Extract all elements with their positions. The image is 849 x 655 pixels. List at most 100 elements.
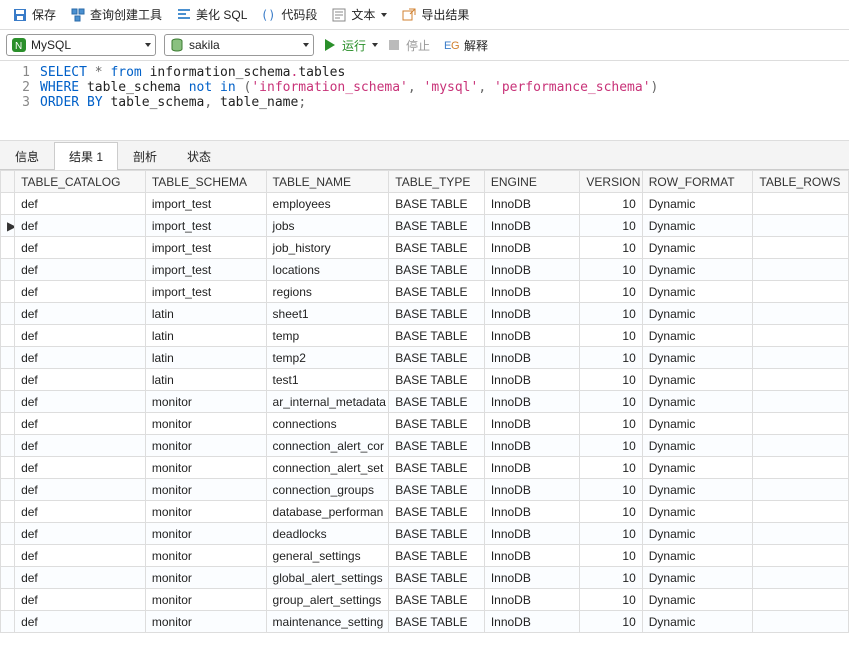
cell[interactable]: import_test: [145, 259, 266, 281]
cell[interactable]: ar_internal_metadata: [266, 391, 389, 413]
cell[interactable]: def: [15, 347, 146, 369]
cell[interactable]: BASE TABLE: [389, 369, 485, 391]
code-line[interactable]: ORDER BY table_schema, table_name;: [40, 95, 306, 110]
db-type-combo[interactable]: N MySQL: [6, 34, 156, 56]
cell[interactable]: def: [15, 237, 146, 259]
cell[interactable]: Dynamic: [642, 325, 753, 347]
column-header[interactable]: TABLE_SCHEMA: [145, 171, 266, 193]
cell[interactable]: InnoDB: [484, 369, 580, 391]
cell[interactable]: [753, 523, 849, 545]
cell[interactable]: employees: [266, 193, 389, 215]
cell[interactable]: def: [15, 523, 146, 545]
table-row[interactable]: defmonitorconnectionsBASE TABLEInnoDB10D…: [1, 413, 849, 435]
cell[interactable]: 10: [580, 325, 642, 347]
cell[interactable]: BASE TABLE: [389, 391, 485, 413]
table-row[interactable]: defmonitordeadlocksBASE TABLEInnoDB10Dyn…: [1, 523, 849, 545]
cell[interactable]: BASE TABLE: [389, 523, 485, 545]
cell[interactable]: monitor: [145, 479, 266, 501]
cell[interactable]: [753, 193, 849, 215]
cell[interactable]: connection_alert_set: [266, 457, 389, 479]
cell[interactable]: latin: [145, 325, 266, 347]
cell[interactable]: monitor: [145, 611, 266, 633]
cell[interactable]: def: [15, 611, 146, 633]
table-row[interactable]: ▶defimport_testjobsBASE TABLEInnoDB10Dyn…: [1, 215, 849, 237]
cell[interactable]: InnoDB: [484, 347, 580, 369]
cell[interactable]: connection_groups: [266, 479, 389, 501]
cell[interactable]: general_settings: [266, 545, 389, 567]
cell[interactable]: Dynamic: [642, 193, 753, 215]
cell[interactable]: maintenance_setting: [266, 611, 389, 633]
cell[interactable]: global_alert_settings: [266, 567, 389, 589]
cell[interactable]: monitor: [145, 545, 266, 567]
cell[interactable]: InnoDB: [484, 215, 580, 237]
cell[interactable]: 10: [580, 237, 642, 259]
cell[interactable]: [753, 347, 849, 369]
code-snippet-button[interactable]: () 代码段: [255, 4, 323, 25]
cell[interactable]: [753, 259, 849, 281]
cell[interactable]: import_test: [145, 193, 266, 215]
cell[interactable]: BASE TABLE: [389, 347, 485, 369]
cell[interactable]: InnoDB: [484, 479, 580, 501]
code-line[interactable]: WHERE table_schema not in ('information_…: [40, 80, 658, 95]
cell[interactable]: 10: [580, 281, 642, 303]
cell[interactable]: Dynamic: [642, 391, 753, 413]
cell[interactable]: [753, 545, 849, 567]
cell[interactable]: InnoDB: [484, 281, 580, 303]
result-grid[interactable]: TABLE_CATALOGTABLE_SCHEMATABLE_NAMETABLE…: [0, 170, 849, 633]
cell[interactable]: BASE TABLE: [389, 479, 485, 501]
column-header[interactable]: TABLE_TYPE: [389, 171, 485, 193]
cell[interactable]: 10: [580, 259, 642, 281]
cell[interactable]: 10: [580, 303, 642, 325]
cell[interactable]: InnoDB: [484, 523, 580, 545]
table-row[interactable]: defmonitormaintenance_settingBASE TABLEI…: [1, 611, 849, 633]
sql-editor[interactable]: 1SELECT * from information_schema.tables…: [0, 61, 849, 141]
cell[interactable]: Dynamic: [642, 457, 753, 479]
cell[interactable]: regions: [266, 281, 389, 303]
cell[interactable]: InnoDB: [484, 259, 580, 281]
table-row[interactable]: defmonitorglobal_alert_settingsBASE TABL…: [1, 567, 849, 589]
cell[interactable]: monitor: [145, 567, 266, 589]
cell[interactable]: [753, 501, 849, 523]
table-row[interactable]: defimport_testemployeesBASE TABLEInnoDB1…: [1, 193, 849, 215]
cell[interactable]: import_test: [145, 215, 266, 237]
cell[interactable]: [753, 413, 849, 435]
cell[interactable]: InnoDB: [484, 567, 580, 589]
cell[interactable]: monitor: [145, 413, 266, 435]
cell[interactable]: InnoDB: [484, 237, 580, 259]
cell[interactable]: BASE TABLE: [389, 215, 485, 237]
cell[interactable]: deadlocks: [266, 523, 389, 545]
cell[interactable]: def: [15, 501, 146, 523]
cell[interactable]: monitor: [145, 457, 266, 479]
cell[interactable]: [753, 237, 849, 259]
code-line[interactable]: SELECT * from information_schema.tables: [40, 65, 345, 80]
cell[interactable]: BASE TABLE: [389, 237, 485, 259]
cell[interactable]: 10: [580, 215, 642, 237]
column-header[interactable]: ENGINE: [484, 171, 580, 193]
cell[interactable]: def: [15, 567, 146, 589]
cell[interactable]: 10: [580, 501, 642, 523]
table-row[interactable]: defmonitorconnection_alert_corBASE TABLE…: [1, 435, 849, 457]
tab-profile[interactable]: 剖析: [118, 142, 172, 170]
cell[interactable]: [753, 303, 849, 325]
table-row[interactable]: deflatinsheet1BASE TABLEInnoDB10Dynamic: [1, 303, 849, 325]
cell[interactable]: monitor: [145, 435, 266, 457]
table-row[interactable]: deflatintemp2BASE TABLEInnoDB10Dynamic: [1, 347, 849, 369]
tab-info[interactable]: 信息: [0, 142, 54, 170]
cell[interactable]: BASE TABLE: [389, 457, 485, 479]
cell[interactable]: Dynamic: [642, 413, 753, 435]
cell[interactable]: 10: [580, 611, 642, 633]
table-row[interactable]: defmonitorgroup_alert_settingsBASE TABLE…: [1, 589, 849, 611]
cell[interactable]: InnoDB: [484, 413, 580, 435]
cell[interactable]: import_test: [145, 281, 266, 303]
cell[interactable]: Dynamic: [642, 435, 753, 457]
cell[interactable]: monitor: [145, 391, 266, 413]
cell[interactable]: 10: [580, 457, 642, 479]
cell[interactable]: 10: [580, 413, 642, 435]
cell[interactable]: database_performan: [266, 501, 389, 523]
cell[interactable]: 10: [580, 545, 642, 567]
cell[interactable]: BASE TABLE: [389, 193, 485, 215]
cell[interactable]: Dynamic: [642, 369, 753, 391]
cell[interactable]: BASE TABLE: [389, 589, 485, 611]
cell[interactable]: temp2: [266, 347, 389, 369]
cell[interactable]: BASE TABLE: [389, 435, 485, 457]
